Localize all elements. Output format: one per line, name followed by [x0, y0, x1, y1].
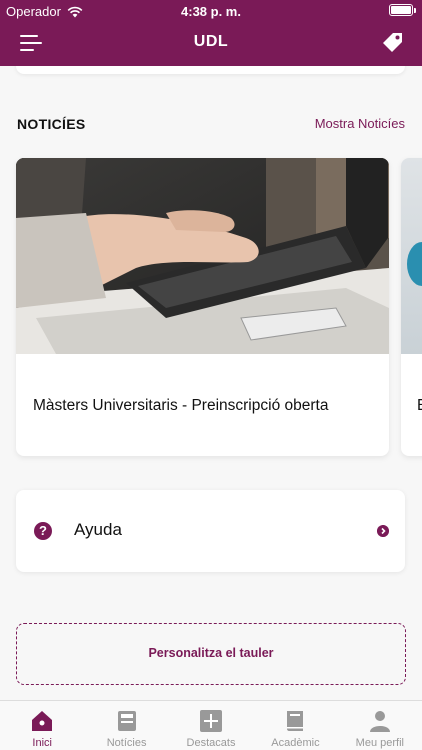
tab-label: Meu perfil — [355, 737, 404, 749]
tab-label: Destacats — [186, 737, 236, 749]
previous-card — [16, 66, 405, 74]
help-icon: ? — [34, 522, 52, 540]
tab-label: Inici — [32, 737, 52, 749]
news-card-title: Màsters Universitaris - Preinscripció ob… — [33, 397, 329, 414]
image-blob — [407, 242, 422, 286]
news-image-next — [401, 158, 422, 354]
tab-highlights[interactable]: Destacats — [169, 701, 253, 750]
laptop-photo — [16, 158, 389, 354]
news-card-next[interactable]: E — [401, 158, 422, 456]
customize-dashboard-button[interactable]: Personalitza el tauler — [16, 623, 406, 685]
battery-tip — [414, 7, 416, 13]
tab-bar: Inici Notícies Destacats Acadèmic Meu pe… — [0, 700, 422, 750]
customize-label: Personalitza el tauler — [148, 646, 274, 660]
tab-label: Acadèmic — [271, 737, 320, 749]
show-news-link[interactable]: Mostra Noticíes — [315, 116, 405, 131]
home-icon — [32, 711, 53, 731]
tag-icon — [383, 33, 402, 52]
news-card-title-next: E — [417, 397, 422, 415]
plus-icon — [200, 710, 223, 732]
status-bar: Operador 4:38 p. m. — [0, 0, 422, 22]
news-image — [16, 158, 389, 354]
chevron-right-icon — [377, 525, 389, 537]
help-label: Ayuda — [74, 520, 122, 539]
news-icon — [117, 711, 136, 731]
nav-bar: UDL — [0, 22, 422, 66]
status-right — [389, 4, 416, 16]
user-icon — [369, 711, 390, 732]
battery-icon — [389, 4, 413, 16]
book-icon — [287, 711, 304, 731]
tab-news[interactable]: Notícies — [84, 701, 168, 750]
tab-label: Notícies — [106, 737, 147, 749]
news-card[interactable]: Màsters Universitaris - Preinscripció ob… — [16, 158, 389, 456]
status-time: 4:38 p. m. — [181, 4, 241, 19]
news-section-title: NOTICÍES — [17, 116, 86, 132]
tab-home[interactable]: Inici — [0, 701, 84, 750]
tab-profile[interactable]: Meu perfil — [338, 701, 422, 750]
dashboard-content[interactable]: NOTICÍES Mostra Noticíes Màsters Univers… — [0, 66, 422, 700]
page-title: UDL — [193, 33, 229, 50]
tag-button[interactable] — [380, 30, 406, 56]
tab-academic[interactable]: Acadèmic — [253, 701, 337, 750]
help-card[interactable]: ? Ayuda — [16, 490, 405, 572]
